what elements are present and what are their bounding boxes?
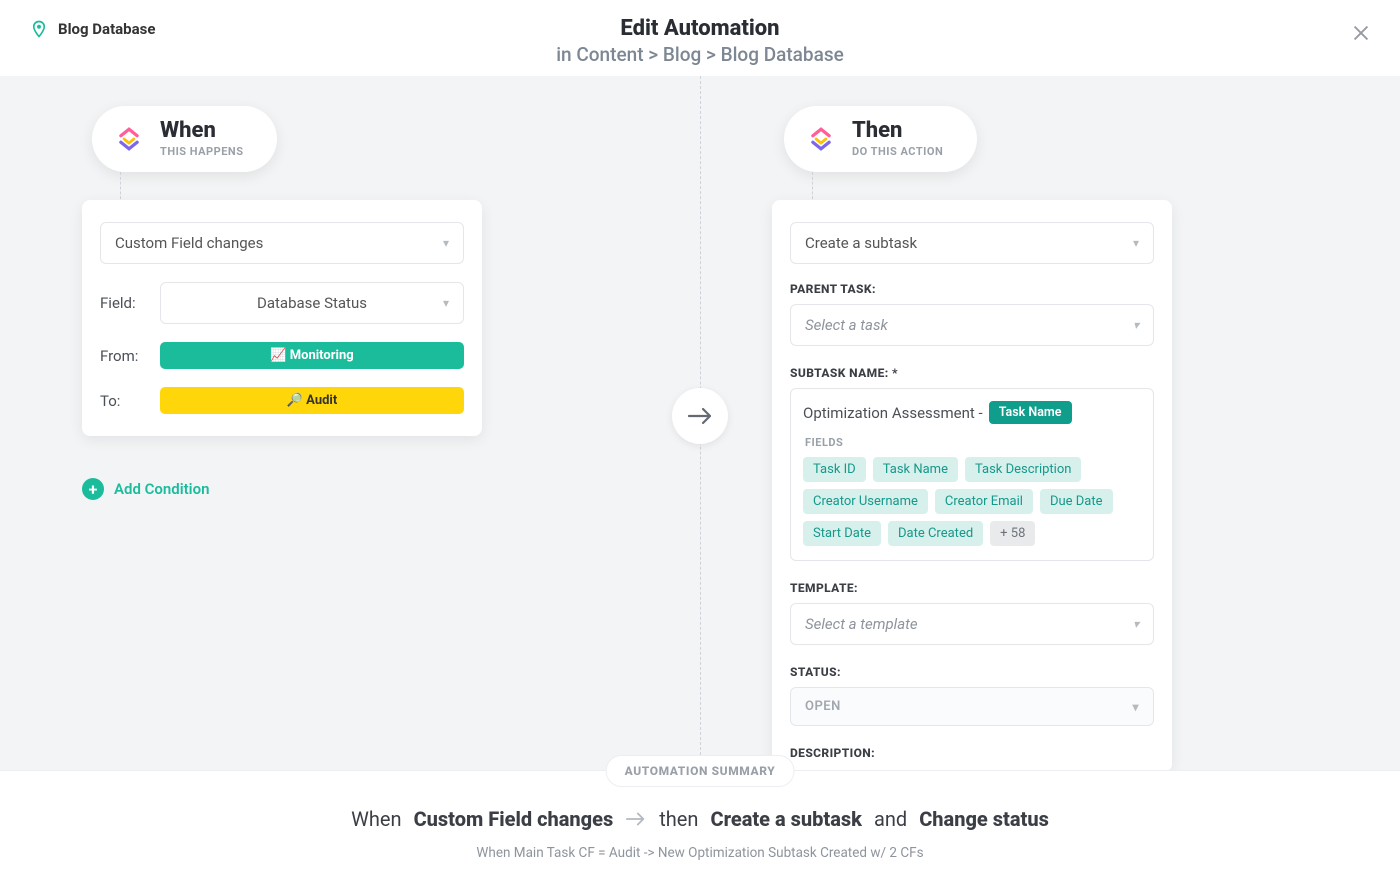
from-value-text: Monitoring: [290, 348, 354, 363]
then-header: Then DO THIS ACTION: [784, 106, 977, 172]
field-tags-container: Task ID Task Name Task Description Creat…: [803, 457, 1141, 546]
status-dropdown[interactable]: OPEN ▾: [790, 687, 1154, 726]
location-pin-icon: [30, 20, 48, 38]
automation-summary-footer: AUTOMATION SUMMARY When Custom Field cha…: [0, 770, 1400, 892]
summary-action-2: Change status: [919, 807, 1049, 831]
field-value: Database Status: [257, 294, 367, 312]
summary-description: When Main Task CF = Audit -> New Optimiz…: [0, 845, 1400, 861]
task-name-variable-chip[interactable]: Task Name: [989, 401, 1072, 424]
action-type-dropdown[interactable]: Create a subtask ▾: [790, 222, 1154, 264]
when-title: When: [160, 120, 243, 142]
chevron-down-icon: ▾: [1133, 617, 1139, 631]
field-label: Field:: [100, 294, 146, 312]
breadcrumb-seg-0[interactable]: Content: [576, 43, 643, 66]
when-subtitle: THIS HAPPENS: [160, 145, 243, 158]
summary-line: When Custom Field changes then Create a …: [0, 807, 1400, 831]
chart-icon: 📈: [270, 348, 286, 363]
when-header: When THIS HAPPENS: [92, 106, 277, 172]
subtask-name-label: SUBTASK NAME: *: [790, 366, 1154, 380]
add-condition-label: Add Condition: [114, 480, 209, 498]
title-block: Edit Automation in Content > Blog > Blog…: [556, 16, 844, 66]
summary-then: then: [659, 807, 698, 831]
trigger-panel: Custom Field changes ▾ Field: Database S…: [82, 200, 482, 436]
page-title: Edit Automation: [556, 16, 844, 41]
summary-when: When: [351, 807, 401, 831]
summary-and: and: [874, 807, 907, 831]
field-tag[interactable]: Date Created: [888, 521, 983, 546]
breadcrumb-prefix: in: [556, 43, 576, 66]
summary-pill: AUTOMATION SUMMARY: [606, 755, 795, 787]
field-tag[interactable]: Task Description: [965, 457, 1081, 482]
from-label: From:: [100, 347, 146, 365]
trigger-type-value: Custom Field changes: [115, 234, 263, 252]
to-label: To:: [100, 392, 146, 410]
breadcrumb: in Content > Blog > Blog Database: [556, 43, 844, 66]
modal-header: Blog Database Edit Automation in Content…: [0, 0, 1400, 76]
chevron-down-icon: ▾: [1132, 700, 1139, 714]
chevron-down-icon: ▾: [443, 296, 449, 310]
chevron-down-icon: ▾: [1133, 318, 1139, 332]
template-placeholder: Select a template: [805, 615, 918, 633]
template-dropdown[interactable]: Select a template ▾: [790, 603, 1154, 645]
more-fields-tag[interactable]: + 58: [990, 521, 1035, 546]
automation-canvas: When THIS HAPPENS Then DO THIS ACTION Cu…: [0, 76, 1400, 770]
from-value-badge[interactable]: 📈 Monitoring: [160, 342, 464, 369]
field-tag[interactable]: Creator Username: [803, 489, 928, 514]
status-value: OPEN: [805, 699, 841, 714]
flow-arrow: [672, 388, 728, 444]
action-type-value: Create a subtask: [805, 234, 917, 252]
fields-header: FIELDS: [805, 436, 1141, 449]
plus-icon: +: [82, 478, 104, 500]
close-icon[interactable]: [1350, 22, 1372, 44]
summary-action-1: Create a subtask: [710, 807, 862, 831]
action-panel: Create a subtask ▾ PARENT TASK: Select a…: [772, 200, 1172, 772]
field-tag[interactable]: Task Name: [873, 457, 958, 482]
subtask-name-input[interactable]: Optimization Assessment - Task Name FIEL…: [790, 388, 1154, 561]
clickup-logo-icon: [804, 122, 838, 156]
subtask-name-text: Optimization Assessment -: [803, 404, 983, 422]
then-subtitle: DO THIS ACTION: [852, 145, 943, 158]
field-tag[interactable]: Due Date: [1040, 489, 1113, 514]
summary-trigger: Custom Field changes: [414, 807, 614, 831]
arrow-right-icon: [625, 811, 647, 827]
database-name: Blog Database: [58, 20, 155, 38]
status-label: STATUS:: [790, 665, 1154, 679]
magnifier-icon: 🔎: [287, 393, 303, 408]
breadcrumb-seg-2[interactable]: Blog Database: [721, 43, 844, 66]
parent-task-dropdown[interactable]: Select a task ▾: [790, 304, 1154, 346]
database-label: Blog Database: [30, 20, 155, 38]
chevron-down-icon: ▾: [443, 236, 449, 250]
parent-task-placeholder: Select a task: [805, 316, 888, 334]
chevron-down-icon: ▾: [1133, 236, 1139, 250]
to-value-badge[interactable]: 🔎 Audit: [160, 387, 464, 414]
clickup-logo-icon: [112, 122, 146, 156]
to-value-text: Audit: [306, 393, 337, 408]
trigger-type-dropdown[interactable]: Custom Field changes ▾: [100, 222, 464, 264]
template-label: TEMPLATE:: [790, 581, 1154, 595]
then-title: Then: [852, 120, 943, 142]
field-dropdown[interactable]: Database Status ▾: [160, 282, 464, 324]
add-condition-button[interactable]: + Add Condition: [82, 478, 209, 500]
field-tag[interactable]: Start Date: [803, 521, 881, 546]
parent-task-label: PARENT TASK:: [790, 282, 1154, 296]
description-label: DESCRIPTION:: [790, 746, 1154, 760]
field-tag[interactable]: Creator Email: [935, 489, 1033, 514]
field-tag[interactable]: Task ID: [803, 457, 866, 482]
breadcrumb-seg-1[interactable]: Blog: [663, 43, 701, 66]
